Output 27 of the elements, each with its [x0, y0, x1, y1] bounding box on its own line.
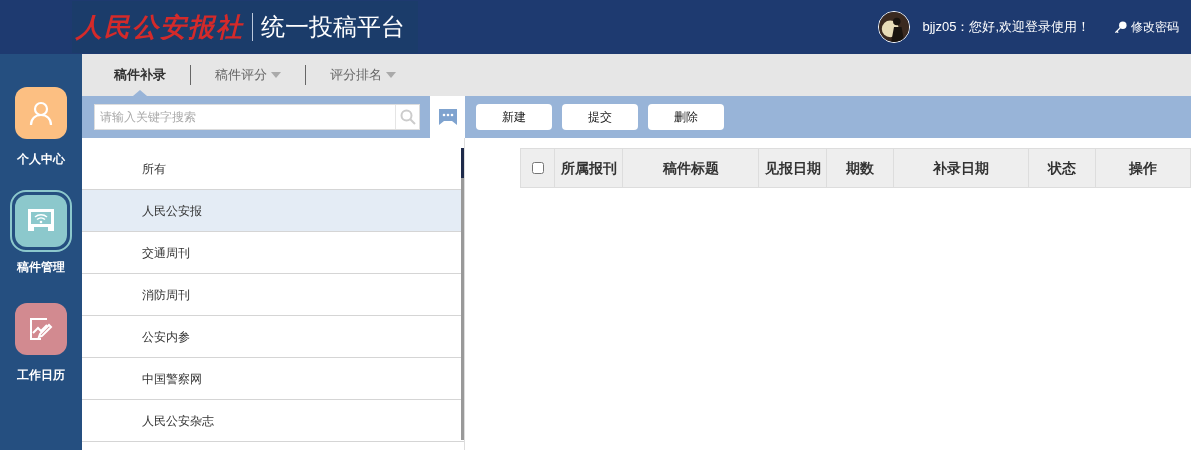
- toolbar-button[interactable]: 删除: [648, 104, 724, 130]
- nav-tab[interactable]: 评分排名: [318, 54, 408, 96]
- message-icon: [438, 109, 457, 125]
- collapse-toggle[interactable]: [430, 96, 465, 138]
- search-box[interactable]: 请输入关键字搜索: [94, 104, 420, 130]
- column-header: 补录日期: [894, 149, 1029, 187]
- column-header: 操作: [1128, 158, 1158, 178]
- column-header: 期数: [827, 149, 894, 187]
- publication-item[interactable]: 人民公安报: [82, 190, 464, 232]
- key-icon: [1114, 20, 1127, 34]
- greeting-text: bjjz05：您好,欢迎登录使用！: [922, 18, 1090, 37]
- toolbar-button[interactable]: 提交: [562, 104, 638, 130]
- column-header: 所属报刊: [555, 149, 623, 187]
- caret-icon: [271, 72, 281, 78]
- scrollbar[interactable]: [461, 148, 464, 440]
- caret-icon: [386, 72, 396, 78]
- chart-edit-icon: [27, 315, 55, 343]
- column-header: 状态: [1029, 149, 1096, 187]
- nav-tab[interactable]: 稿件评分: [203, 54, 293, 96]
- column-header: 见报日期: [759, 149, 827, 187]
- toolbar-button[interactable]: 新建: [476, 104, 552, 130]
- platform-title: 统一投稿平台: [261, 12, 405, 42]
- change-password-link[interactable]: 修改密码: [1114, 18, 1179, 36]
- select-all-checkbox[interactable]: [531, 162, 544, 174]
- person-icon: [27, 99, 55, 127]
- column-header: 稿件标题: [623, 149, 759, 187]
- logo-text: 人民公安报社: [76, 10, 244, 44]
